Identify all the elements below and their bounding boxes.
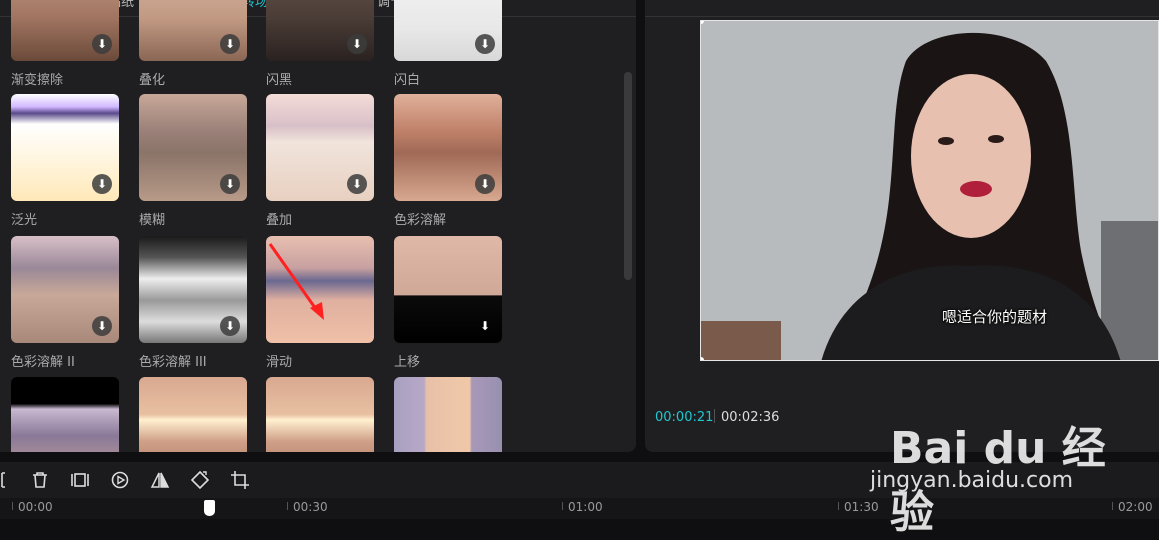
transition-item[interactable]: ⬇ 叠加: [266, 94, 374, 228]
transition-grid: ⬇ 渐变擦除 ⬇ 叠化 ⬇ 闪黑 ⬇ 闪白 ⬇ 泛光 ⬇ 模糊 ⬇ 叠加 ⬇ 色…: [0, 0, 620, 452]
download-icon[interactable]: ⬇: [475, 316, 495, 336]
ruler-tick-label: 01:30: [844, 500, 879, 514]
transition-label: 叠加: [266, 213, 293, 228]
transition-thumbnail: ⬇: [11, 0, 119, 61]
crop-icon[interactable]: [230, 470, 250, 490]
transition-thumbnail: ⬇: [11, 236, 119, 343]
ruler-tick: [1112, 502, 1113, 510]
subtitle-text[interactable]: 嗯适合你的题材: [942, 306, 1047, 327]
transition-item[interactable]: ⬇ 渐变擦除: [11, 0, 119, 88]
transition-item[interactable]: ⬇ 泛光: [11, 94, 119, 228]
baidu-watermark: Bai du 经验 jingyan.baidu.com: [870, 392, 1110, 538]
transition-label: 闪白: [394, 73, 421, 88]
transition-label: 色彩溶解: [394, 213, 447, 228]
download-icon[interactable]: ⬇: [220, 34, 240, 54]
red-arrow-annotation: [268, 243, 324, 320]
transition-thumbnail: [394, 377, 502, 452]
transition-thumbnail: ⬇: [394, 94, 502, 201]
mirror-icon[interactable]: [150, 470, 170, 490]
transition-item[interactable]: 滑动: [266, 236, 374, 370]
baidu-url: jingyan.baidu.com: [870, 468, 1074, 493]
transition-label: 叠化: [139, 73, 166, 88]
transition-thumbnail: ⬇: [11, 94, 119, 201]
download-icon[interactable]: ⬇: [475, 174, 495, 194]
transition-item[interactable]: ⬇ 闪黑: [266, 0, 374, 88]
transition-thumbnail: [266, 377, 374, 452]
transition-label: 闪黑: [266, 73, 293, 88]
transition-label: 渐变擦除: [11, 73, 64, 88]
transition-item[interactable]: [394, 377, 502, 452]
ruler-tick-label: 01:00: [568, 500, 603, 514]
transition-thumbnail: [139, 377, 247, 452]
transition-thumbnail: ⬇: [139, 236, 247, 343]
ruler-tick-label: 00:30: [293, 500, 328, 514]
ruler-tick: [12, 502, 13, 510]
transition-thumbnail: ⬇: [394, 0, 502, 61]
timeline-playhead[interactable]: [204, 500, 215, 516]
download-icon[interactable]: ⬇: [92, 34, 112, 54]
download-icon[interactable]: ⬇: [92, 174, 112, 194]
transition-thumbnail: ⬇: [394, 236, 502, 343]
rotate-icon[interactable]: [190, 470, 210, 490]
download-icon[interactable]: ⬇: [220, 316, 240, 336]
time-separator: [714, 409, 715, 423]
download-icon[interactable]: ⬇: [347, 34, 367, 54]
transition-thumbnail: ⬇: [139, 94, 247, 201]
download-icon[interactable]: ⬇: [347, 174, 367, 194]
play-speed-icon[interactable]: [110, 470, 130, 490]
transition-label: 泛光: [11, 213, 38, 228]
transition-thumbnail: ⬇: [266, 94, 374, 201]
video-frame-illustration: [701, 21, 1158, 360]
transition-label: 模糊: [139, 213, 166, 228]
transition-item[interactable]: ⬇ 色彩溶解 III: [139, 236, 247, 370]
transition-label: 滑动: [266, 355, 293, 370]
download-icon[interactable]: ⬇: [220, 174, 240, 194]
current-time: 00:00:21: [655, 410, 714, 425]
freeze-icon[interactable]: [70, 470, 90, 490]
crop-handle-bottom-left[interactable]: [701, 357, 704, 360]
transition-item[interactable]: ⬇ 模糊: [139, 94, 247, 228]
download-icon[interactable]: ⬇: [475, 34, 495, 54]
download-icon[interactable]: ⬇: [92, 316, 112, 336]
transition-thumbnail: [266, 236, 374, 343]
video-preview[interactable]: [700, 20, 1159, 361]
ruler-tick: [838, 502, 839, 510]
preview-divider: [645, 16, 1159, 17]
transition-item[interactable]: ⬇ 色彩溶解: [394, 94, 502, 228]
transition-thumbnail: ⬇: [139, 0, 247, 61]
transition-item[interactable]: [139, 377, 247, 452]
transition-item[interactable]: [266, 377, 374, 452]
ruler-tick: [287, 502, 288, 510]
transition-item[interactable]: ⬇ 闪白: [394, 0, 502, 88]
transition-item[interactable]: [11, 377, 119, 452]
ruler-tick-label: 02:00: [1118, 500, 1153, 514]
transition-item[interactable]: ⬇ 色彩溶解 II: [11, 236, 119, 370]
transition-panel: 文本 贴纸 特效 转场 滤镜 调节 ⬇ 渐变擦除 ⬇ 叠化 ⬇ 闪黑: [0, 0, 636, 452]
transition-label: 色彩溶解 III: [139, 355, 207, 370]
transition-item[interactable]: ⬇ 叠化: [139, 0, 247, 88]
transition-thumbnail: [11, 377, 119, 452]
ruler-tick: [562, 502, 563, 510]
total-time: 00:02:36: [721, 410, 780, 425]
ruler-tick-label: 00:00: [18, 500, 53, 514]
delete-icon[interactable]: [30, 470, 50, 490]
transition-scrollbar[interactable]: [624, 72, 632, 280]
transition-label: 色彩溶解 II: [11, 355, 75, 370]
transition-thumbnail: ⬇: [266, 0, 374, 61]
transition-item[interactable]: ⬇ 上移: [394, 236, 502, 370]
transition-label: 上移: [394, 355, 421, 370]
split-icon[interactable]: [0, 470, 14, 490]
